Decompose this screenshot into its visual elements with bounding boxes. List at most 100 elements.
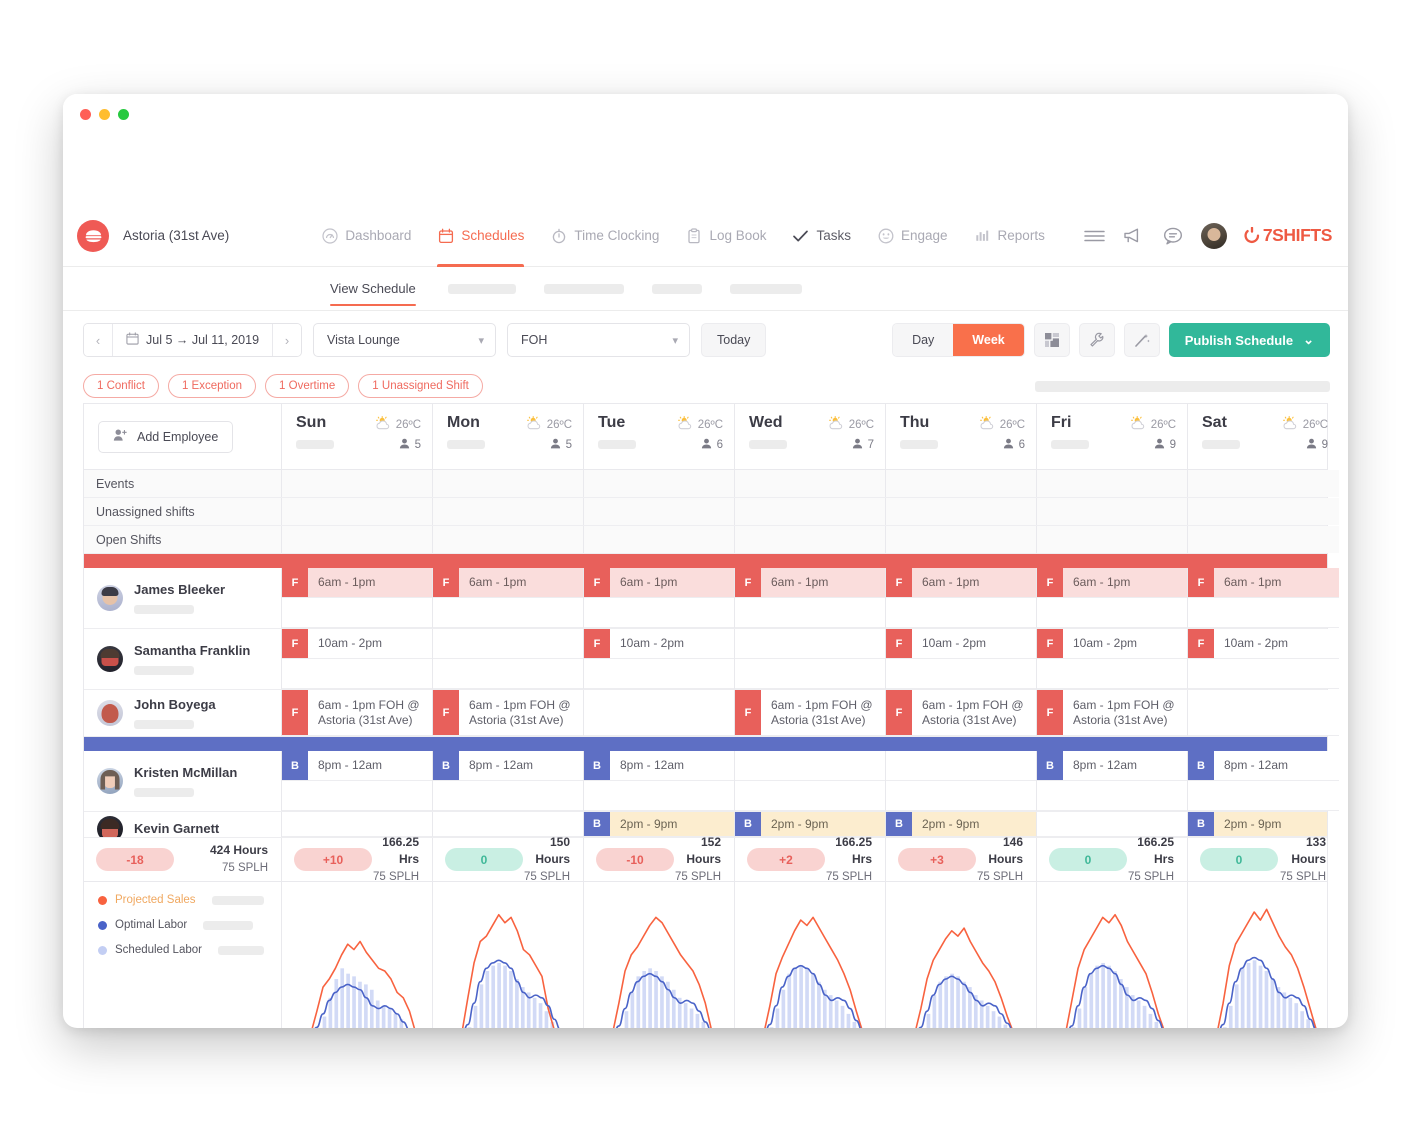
shift-cell-tue[interactable]: B 8pm - 12am: [584, 751, 735, 811]
unassigned-cell-sat[interactable]: [1188, 498, 1339, 525]
hamburger-icon[interactable]: [1084, 226, 1106, 246]
shift-empty-slot[interactable]: [433, 659, 583, 689]
shift-block[interactable]: B 8pm - 12am: [584, 751, 734, 781]
shift-empty-slot[interactable]: [1188, 659, 1339, 689]
shift-cell-thu[interactable]: F 6am - 1pm FOH @ Astoria (31st Ave): [886, 690, 1037, 736]
shift-cell-sat[interactable]: B 8pm - 12am: [1188, 751, 1339, 811]
auto-schedule-button[interactable]: [1123, 323, 1160, 357]
employee-cell-kevin-garnett[interactable]: Kevin Garnett: [84, 812, 282, 837]
publish-schedule-button[interactable]: Publish Schedule ⌄: [1168, 323, 1330, 357]
settings-button[interactable]: [1078, 323, 1115, 357]
shift-empty-slot[interactable]: [735, 659, 885, 689]
shift-block[interactable]: F 6am - 1pm: [735, 568, 885, 598]
shift-cell-fri[interactable]: F 10am - 2pm: [1037, 629, 1188, 689]
shift-block[interactable]: B 8pm - 12am: [433, 751, 583, 781]
shift-cell-thu[interactable]: F 6am - 1pm: [886, 568, 1037, 628]
shift-block[interactable]: F 6am - 1pm FOH @ Astoria (31st Ave): [735, 690, 885, 736]
shift-empty-slot[interactable]: [433, 629, 583, 659]
date-range[interactable]: Jul 5 → Jul 11, 2019: [113, 324, 272, 356]
unassigned-cell-mon[interactable]: [433, 498, 584, 525]
events-cell-thu[interactable]: [886, 470, 1037, 497]
shift-block[interactable]: F 10am - 2pm: [584, 629, 734, 659]
shift-cell-mon[interactable]: F 6am - 1pm FOH @ Astoria (31st Ave): [433, 690, 584, 736]
shift-empty-slot[interactable]: [886, 659, 1036, 689]
shift-empty-slot[interactable]: [1037, 598, 1187, 628]
nav-item-reports[interactable]: Reports: [974, 205, 1045, 266]
shift-block[interactable]: B 8pm - 12am: [1188, 751, 1339, 781]
shift-cell-mon[interactable]: F 6am - 1pm: [433, 568, 584, 628]
shift-block[interactable]: F 6am - 1pm FOH @ Astoria (31st Ave): [282, 690, 432, 736]
shift-cell-sat[interactable]: [1188, 690, 1339, 736]
shift-empty-slot[interactable]: [584, 690, 734, 736]
shift-cell-wed[interactable]: F 6am - 1pm FOH @ Astoria (31st Ave): [735, 690, 886, 736]
shift-empty-slot[interactable]: [584, 781, 734, 811]
employee-cell-john-boyega[interactable]: John Boyega: [84, 690, 282, 736]
shift-cell-wed[interactable]: [735, 751, 886, 811]
shift-cell-tue[interactable]: F 6am - 1pm: [584, 568, 735, 628]
view-toggle-week[interactable]: Week: [953, 324, 1024, 356]
open-shifts-cell-wed[interactable]: [735, 526, 886, 553]
nav-item-schedules[interactable]: Schedules: [437, 205, 525, 267]
shift-cell-wed[interactable]: F 6am - 1pm: [735, 568, 886, 628]
shift-block[interactable]: F 6am - 1pm FOH @ Astoria (31st Ave): [1037, 690, 1187, 736]
day-header-thu[interactable]: Thu 26ºC 6: [886, 404, 1037, 469]
shift-cell-fri[interactable]: B 8pm - 12am: [1037, 751, 1188, 811]
shift-cell-fri[interactable]: F 6am - 1pm FOH @ Astoria (31st Ave): [1037, 690, 1188, 736]
minimize-icon[interactable]: [99, 108, 110, 120]
alert-overtime[interactable]: 1 Overtime: [265, 374, 350, 398]
nav-item-engage[interactable]: Engage: [877, 205, 948, 266]
shift-block[interactable]: F 10am - 2pm: [1188, 629, 1339, 659]
open-shifts-cell-sat[interactable]: [1188, 526, 1339, 553]
shift-empty-slot[interactable]: [735, 629, 885, 659]
shift-empty-slot[interactable]: [1037, 659, 1187, 689]
shift-block[interactable]: F 10am - 2pm: [1037, 629, 1187, 659]
unassigned-cell-sun[interactable]: [282, 498, 433, 525]
shift-block[interactable]: F 10am - 2pm: [282, 629, 432, 659]
day-header-mon[interactable]: Mon 26ºC 5: [433, 404, 584, 469]
shift-empty-slot[interactable]: [282, 598, 432, 628]
open-shifts-cell-sun[interactable]: [282, 526, 433, 553]
shift-empty-slot[interactable]: [584, 659, 734, 689]
shift-cell-wed[interactable]: [735, 629, 886, 689]
next-week-button[interactable]: ›: [273, 324, 302, 356]
events-cell-sun[interactable]: [282, 470, 433, 497]
chat-icon[interactable]: [1162, 226, 1184, 246]
open-shifts-cell-tue[interactable]: [584, 526, 735, 553]
subnav-placeholder-3[interactable]: [651, 283, 702, 294]
alert-unassigned-shift[interactable]: 1 Unassigned Shift: [358, 374, 483, 398]
events-cell-wed[interactable]: [735, 470, 886, 497]
employee-cell-james-bleeker[interactable]: James Bleeker: [84, 568, 282, 628]
shift-empty-slot[interactable]: [735, 751, 885, 781]
day-header-sun[interactable]: Sun 26ºC 5: [282, 404, 433, 469]
add-employee-button[interactable]: Add Employee: [98, 420, 234, 453]
megaphone-icon[interactable]: [1123, 226, 1145, 246]
employee-cell-samantha-franklin[interactable]: Samantha Franklin: [84, 629, 282, 689]
shift-block[interactable]: F 6am - 1pm: [584, 568, 734, 598]
shift-empty-slot[interactable]: [584, 598, 734, 628]
shift-cell-sun[interactable]: F 6am - 1pm: [282, 568, 433, 628]
nav-item-time-clocking[interactable]: Time Clocking: [550, 205, 659, 266]
shift-cell-mon[interactable]: [433, 629, 584, 689]
close-icon[interactable]: [80, 108, 91, 120]
subnav-placeholder-4[interactable]: [729, 283, 802, 294]
shift-block[interactable]: F 6am - 1pm: [1037, 568, 1187, 598]
shift-cell-tue[interactable]: [584, 690, 735, 736]
open-shifts-cell-fri[interactable]: [1037, 526, 1188, 553]
shift-cell-thu[interactable]: F 10am - 2pm: [886, 629, 1037, 689]
day-header-sat[interactable]: Sat 26ºC 9: [1188, 404, 1339, 469]
nav-item-dashboard[interactable]: Dashboard: [321, 205, 411, 266]
shift-empty-slot[interactable]: [886, 598, 1036, 628]
shift-cell-mon[interactable]: B 8pm - 12am: [433, 751, 584, 811]
maximize-icon[interactable]: [118, 108, 129, 120]
open-shifts-cell-mon[interactable]: [433, 526, 584, 553]
shift-block[interactable]: B 8pm - 12am: [282, 751, 432, 781]
view-toggle-day[interactable]: Day: [893, 324, 954, 356]
events-cell-tue[interactable]: [584, 470, 735, 497]
shift-cell-sat[interactable]: F 6am - 1pm: [1188, 568, 1339, 628]
nav-item-tasks[interactable]: Tasks: [792, 205, 851, 266]
shift-empty-slot[interactable]: [1188, 781, 1339, 811]
shift-empty-slot[interactable]: [282, 659, 432, 689]
unassigned-cell-thu[interactable]: [886, 498, 1037, 525]
employee-cell-kristen-mcmillan[interactable]: Kristen McMillan: [84, 751, 282, 811]
subnav-placeholder-1[interactable]: [447, 283, 516, 294]
